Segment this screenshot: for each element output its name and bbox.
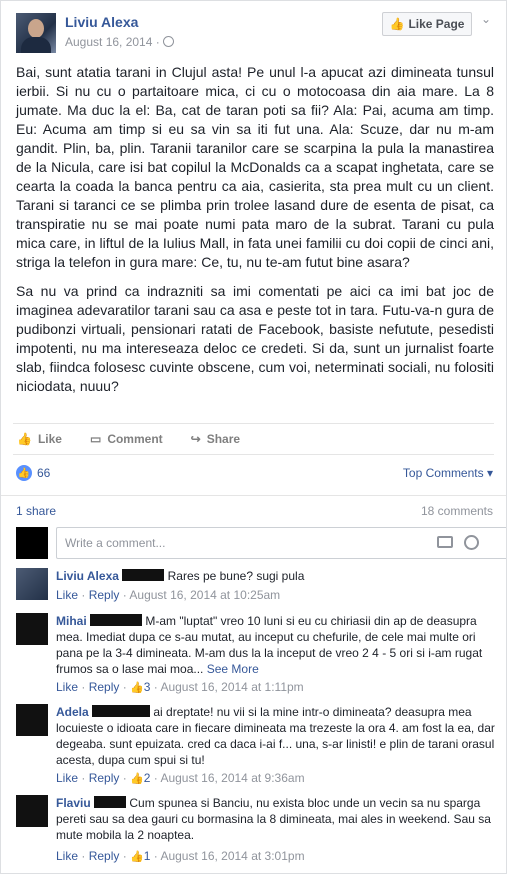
comment-like-count[interactable]: 3 — [144, 680, 151, 694]
comment-item: Flaviu Cum spunea si Banciu, nu exista b… — [16, 795, 496, 865]
author-avatar[interactable] — [16, 13, 56, 53]
emoji-icon[interactable] — [464, 535, 479, 550]
comment-composer: Write a comment... — [16, 527, 506, 563]
comment-date[interactable]: August 16, 2014 at 10:25am — [129, 588, 280, 602]
comment-text: Adela ai dreptate! nu vii si la mine int… — [56, 704, 496, 768]
share-count-row: 1 share 18 comments — [1, 495, 506, 525]
comment-item: Liviu Alexa Rares pe bune? sugi pula Lik… — [16, 568, 496, 608]
comment-meta: Like · Reply · August 16, 2014 at 10:25a… — [56, 588, 281, 602]
like-label: Like — [37, 432, 62, 446]
camera-icon[interactable] — [437, 536, 453, 548]
comment-text: Liviu Alexa Rares pe bune? sugi pula — [56, 568, 496, 584]
commenter-avatar[interactable] — [16, 613, 48, 645]
caret-down-icon: ▾ — [486, 466, 493, 480]
thumbs-up-icon: 👍 — [130, 682, 144, 694]
comment-reply-link[interactable]: Reply — [89, 849, 120, 863]
comment-like-link[interactable]: Like — [56, 588, 78, 602]
post-paragraph: Sa nu va prind ca indrazniti sa imi come… — [16, 283, 494, 394]
comment-like-count[interactable]: 1 — [144, 849, 151, 863]
commenter-name[interactable]: Adela — [56, 705, 89, 719]
redacted-name — [94, 796, 127, 808]
chevron-down-icon[interactable]: ⌄ — [481, 12, 491, 26]
comment-like-link[interactable]: Like — [56, 771, 78, 785]
post-date[interactable]: August 16, 2014 · — [65, 35, 160, 49]
thumbs-up-icon: 👍 — [130, 773, 144, 785]
comment-date[interactable]: August 16, 2014 at 9:36am — [160, 771, 304, 785]
comment-text: Flaviu Cum spunea si Banciu, nu exista b… — [56, 795, 496, 843]
comment-item: Adela ai dreptate! nu vii si la mine int… — [16, 704, 496, 788]
sort-comments-dropdown[interactable]: Top Comments ▾ — [403, 466, 493, 480]
share-arrow-icon: ↪ — [190, 432, 201, 446]
speech-bubble-icon: ▭ — [89, 432, 102, 446]
comment-text: Mihai M-am "luptat" vreo 10 luni si eu c… — [56, 613, 496, 677]
like-button[interactable]: 👍 Like — [17, 432, 62, 446]
post-actions: 👍 Like ▭ Comment ↪ Share — [13, 423, 494, 455]
commenter-name[interactable]: Mihai — [56, 614, 87, 628]
like-count[interactable]: 66 — [37, 466, 50, 480]
globe-icon — [163, 36, 174, 47]
post-card: Liviu Alexa August 16, 2014 · 👍 Like Page… — [0, 0, 507, 874]
thumbs-up-icon: 👍 — [17, 432, 32, 446]
comment-label: Comment — [107, 432, 163, 446]
comment-count[interactable]: 18 comments — [421, 504, 493, 518]
share-label: Share — [206, 432, 241, 446]
comment-meta: Like · Reply · 👍3 · August 16, 2014 at 1… — [56, 680, 304, 694]
like-reaction-icon: 👍 — [16, 465, 32, 481]
post-paragraph: Bai, sunt atatia tarani in Clujul asta! … — [16, 64, 494, 270]
redacted-name — [90, 614, 143, 626]
redacted-name — [122, 569, 165, 581]
like-page-button[interactable]: 👍 Like Page — [382, 12, 472, 36]
commenter-avatar[interactable] — [16, 704, 48, 736]
see-more-link[interactable]: See More — [207, 662, 259, 676]
share-count[interactable]: 1 share — [16, 504, 56, 518]
share-button[interactable]: ↪ Share — [191, 432, 240, 446]
viewer-avatar — [16, 527, 48, 559]
comment-body: Rares pe bune? sugi pula — [167, 569, 305, 583]
comment-like-count[interactable]: 2 — [144, 771, 151, 785]
commenter-name[interactable]: Flaviu — [56, 796, 91, 810]
comment-item: Mihai M-am "luptat" vreo 10 luni si eu c… — [16, 613, 496, 697]
comment-reply-link[interactable]: Reply — [89, 771, 120, 785]
comment-reply-link[interactable]: Reply — [89, 680, 120, 694]
author-name[interactable]: Liviu Alexa — [65, 14, 138, 30]
redacted-name — [92, 705, 151, 717]
comment-meta: Like · Reply · 👍2 · August 16, 2014 at 9… — [56, 771, 305, 785]
comment-like-link[interactable]: Like — [56, 849, 78, 863]
commenter-avatar[interactable] — [16, 795, 48, 827]
sort-label: Top Comments — [402, 466, 484, 480]
commenter-avatar[interactable] — [16, 568, 48, 600]
like-page-label: Like Page — [408, 17, 465, 31]
comment-like-link[interactable]: Like — [56, 680, 78, 694]
comment-date[interactable]: August 16, 2014 at 1:11pm — [160, 680, 303, 694]
post-body: Bai, sunt atatia tarani in Clujul asta! … — [16, 63, 494, 406]
comment-reply-link[interactable]: Reply — [89, 588, 120, 602]
commenter-name[interactable]: Liviu Alexa — [56, 569, 119, 583]
comment-date[interactable]: August 16, 2014 at 3:01pm — [160, 849, 304, 863]
thumbs-up-icon: 👍 — [389, 17, 405, 31]
thumbs-up-icon: 👍 — [130, 851, 144, 863]
reactions-row: 👍 66 Top Comments ▾ — [1, 461, 506, 487]
comment-button[interactable]: ▭ Comment — [90, 432, 163, 446]
comment-meta: Like · Reply · 👍1 · August 16, 2014 at 3… — [56, 849, 305, 863]
